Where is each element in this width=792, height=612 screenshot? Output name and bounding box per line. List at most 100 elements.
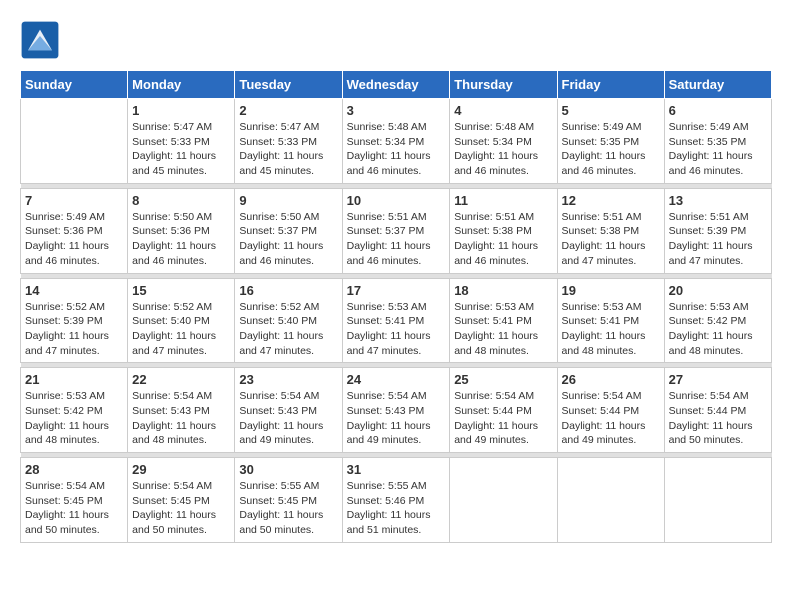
day-info: Sunrise: 5:54 AM Sunset: 5:44 PM Dayligh… (562, 389, 660, 448)
day-cell: 20 Sunrise: 5:53 AM Sunset: 5:42 PM Dayli… (664, 278, 771, 363)
day-info: Sunrise: 5:48 AM Sunset: 5:34 PM Dayligh… (347, 120, 446, 179)
day-info: Sunrise: 5:51 AM Sunset: 5:38 PM Dayligh… (562, 210, 660, 269)
day-number: 24 (347, 372, 446, 387)
day-info: Sunrise: 5:48 AM Sunset: 5:34 PM Dayligh… (454, 120, 552, 179)
day-info: Sunrise: 5:53 AM Sunset: 5:41 PM Dayligh… (347, 300, 446, 359)
column-header-friday: Friday (557, 71, 664, 99)
day-info: Sunrise: 5:47 AM Sunset: 5:33 PM Dayligh… (239, 120, 337, 179)
week-row-3: 14 Sunrise: 5:52 AM Sunset: 5:39 PM Dayli… (21, 278, 772, 363)
column-header-sunday: Sunday (21, 71, 128, 99)
logo (20, 20, 64, 60)
day-cell: 13Sunrise: 5:51 AM Sunset: 5:39 PM Dayli… (664, 188, 771, 273)
day-number: 29 (132, 462, 230, 477)
day-cell: 14 Sunrise: 5:52 AM Sunset: 5:39 PM Dayli… (21, 278, 128, 363)
header-row: SundayMondayTuesdayWednesdayThursdayFrid… (21, 71, 772, 99)
day-cell: 4 Sunrise: 5:48 AM Sunset: 5:34 PM Daylig… (450, 99, 557, 184)
day-cell: 5 Sunrise: 5:49 AM Sunset: 5:35 PM Daylig… (557, 99, 664, 184)
day-info: Sunrise: 5:53 AM Sunset: 5:42 PM Dayligh… (25, 389, 123, 448)
day-cell: 15Sunrise: 5:52 AM Sunset: 5:40 PM Dayli… (128, 278, 235, 363)
day-cell: 11Sunrise: 5:51 AM Sunset: 5:38 PM Dayli… (450, 188, 557, 273)
day-number: 31 (347, 462, 446, 477)
day-number: 1 (132, 103, 230, 118)
day-info: Sunrise: 5:55 AM Sunset: 5:45 PM Dayligh… (239, 479, 337, 538)
day-cell: 6 Sunrise: 5:49 AM Sunset: 5:35 PM Daylig… (664, 99, 771, 184)
day-info: Sunrise: 5:54 AM Sunset: 5:45 PM Dayligh… (132, 479, 230, 538)
day-cell (664, 458, 771, 543)
day-info: Sunrise: 5:49 AM Sunset: 5:35 PM Dayligh… (669, 120, 767, 179)
day-number: 11 (454, 193, 552, 208)
day-number: 20 (669, 283, 767, 298)
day-number: 4 (454, 103, 552, 118)
day-info: Sunrise: 5:49 AM Sunset: 5:35 PM Dayligh… (562, 120, 660, 179)
day-info: Sunrise: 5:54 AM Sunset: 5:44 PM Dayligh… (669, 389, 767, 448)
day-cell (557, 458, 664, 543)
day-info: Sunrise: 5:53 AM Sunset: 5:41 PM Dayligh… (562, 300, 660, 359)
column-header-thursday: Thursday (450, 71, 557, 99)
day-number: 12 (562, 193, 660, 208)
day-info: Sunrise: 5:52 AM Sunset: 5:39 PM Dayligh… (25, 300, 123, 359)
day-info: Sunrise: 5:54 AM Sunset: 5:43 PM Dayligh… (239, 389, 337, 448)
column-header-saturday: Saturday (664, 71, 771, 99)
day-cell: 12 Sunrise: 5:51 AM Sunset: 5:38 PM Dayli… (557, 188, 664, 273)
day-number: 22 (132, 372, 230, 387)
day-number: 7 (25, 193, 123, 208)
day-number: 30 (239, 462, 337, 477)
column-header-tuesday: Tuesday (235, 71, 342, 99)
day-number: 5 (562, 103, 660, 118)
logo-icon (20, 20, 60, 60)
day-number: 15 (132, 283, 230, 298)
day-number: 25 (454, 372, 552, 387)
week-row-4: 21 Sunrise: 5:53 AM Sunset: 5:42 PM Dayli… (21, 368, 772, 453)
page-header (20, 20, 772, 60)
day-cell: 23 Sunrise: 5:54 AM Sunset: 5:43 PM Dayli… (235, 368, 342, 453)
day-cell: 25 Sunrise: 5:54 AM Sunset: 5:44 PM Dayli… (450, 368, 557, 453)
day-info: Sunrise: 5:54 AM Sunset: 5:44 PM Dayligh… (454, 389, 552, 448)
day-cell: 26 Sunrise: 5:54 AM Sunset: 5:44 PM Dayli… (557, 368, 664, 453)
day-number: 3 (347, 103, 446, 118)
day-cell: 3 Sunrise: 5:48 AM Sunset: 5:34 PM Daylig… (342, 99, 450, 184)
week-row-5: 28 Sunrise: 5:54 AM Sunset: 5:45 PM Dayli… (21, 458, 772, 543)
day-info: Sunrise: 5:52 AM Sunset: 5:40 PM Dayligh… (239, 300, 337, 359)
day-cell: 17 Sunrise: 5:53 AM Sunset: 5:41 PM Dayli… (342, 278, 450, 363)
day-number: 28 (25, 462, 123, 477)
day-cell: 28 Sunrise: 5:54 AM Sunset: 5:45 PM Dayli… (21, 458, 128, 543)
day-number: 26 (562, 372, 660, 387)
day-number: 2 (239, 103, 337, 118)
day-info: Sunrise: 5:54 AM Sunset: 5:43 PM Dayligh… (347, 389, 446, 448)
day-number: 23 (239, 372, 337, 387)
week-row-1: 1 Sunrise: 5:47 AM Sunset: 5:33 PM Daylig… (21, 99, 772, 184)
day-info: Sunrise: 5:53 AM Sunset: 5:42 PM Dayligh… (669, 300, 767, 359)
day-info: Sunrise: 5:49 AM Sunset: 5:36 PM Dayligh… (25, 210, 123, 269)
day-number: 27 (669, 372, 767, 387)
calendar: SundayMondayTuesdayWednesdayThursdayFrid… (20, 70, 772, 543)
day-number: 14 (25, 283, 123, 298)
day-cell: 24 Sunrise: 5:54 AM Sunset: 5:43 PM Dayli… (342, 368, 450, 453)
day-info: Sunrise: 5:51 AM Sunset: 5:37 PM Dayligh… (347, 210, 446, 269)
day-cell: 16Sunrise: 5:52 AM Sunset: 5:40 PM Dayli… (235, 278, 342, 363)
column-header-monday: Monday (128, 71, 235, 99)
day-info: Sunrise: 5:54 AM Sunset: 5:45 PM Dayligh… (25, 479, 123, 538)
day-number: 21 (25, 372, 123, 387)
day-info: Sunrise: 5:50 AM Sunset: 5:36 PM Dayligh… (132, 210, 230, 269)
day-info: Sunrise: 5:51 AM Sunset: 5:39 PM Dayligh… (669, 210, 767, 269)
day-cell: 21 Sunrise: 5:53 AM Sunset: 5:42 PM Dayli… (21, 368, 128, 453)
day-cell (21, 99, 128, 184)
day-cell: 30 Sunrise: 5:55 AM Sunset: 5:45 PM Dayli… (235, 458, 342, 543)
day-cell: 27 Sunrise: 5:54 AM Sunset: 5:44 PM Dayli… (664, 368, 771, 453)
day-cell (450, 458, 557, 543)
day-cell: 7 Sunrise: 5:49 AM Sunset: 5:36 PM Daylig… (21, 188, 128, 273)
day-cell: 29 Sunrise: 5:54 AM Sunset: 5:45 PM Dayli… (128, 458, 235, 543)
day-number: 6 (669, 103, 767, 118)
day-number: 17 (347, 283, 446, 298)
day-info: Sunrise: 5:50 AM Sunset: 5:37 PM Dayligh… (239, 210, 337, 269)
day-cell: 31Sunrise: 5:55 AM Sunset: 5:46 PM Dayli… (342, 458, 450, 543)
day-info: Sunrise: 5:54 AM Sunset: 5:43 PM Dayligh… (132, 389, 230, 448)
day-cell: 10Sunrise: 5:51 AM Sunset: 5:37 PM Dayli… (342, 188, 450, 273)
day-cell: 8 Sunrise: 5:50 AM Sunset: 5:36 PM Daylig… (128, 188, 235, 273)
day-info: Sunrise: 5:47 AM Sunset: 5:33 PM Dayligh… (132, 120, 230, 179)
day-cell: 2 Sunrise: 5:47 AM Sunset: 5:33 PM Daylig… (235, 99, 342, 184)
day-info: Sunrise: 5:53 AM Sunset: 5:41 PM Dayligh… (454, 300, 552, 359)
day-number: 8 (132, 193, 230, 208)
day-number: 18 (454, 283, 552, 298)
column-header-wednesday: Wednesday (342, 71, 450, 99)
